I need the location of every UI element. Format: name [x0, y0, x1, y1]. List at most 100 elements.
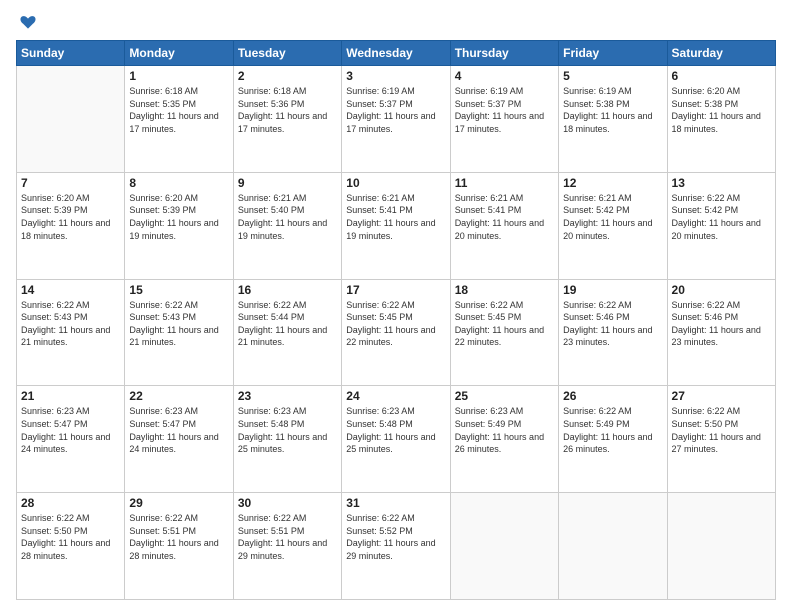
day-number: 27 — [672, 389, 771, 403]
day-info: Sunrise: 6:20 AM Sunset: 5:39 PM Dayligh… — [21, 192, 120, 242]
day-number: 12 — [563, 176, 662, 190]
day-number: 13 — [672, 176, 771, 190]
day-cell — [17, 66, 125, 173]
day-cell: 6 Sunrise: 6:20 AM Sunset: 5:38 PM Dayli… — [667, 66, 775, 173]
day-info: Sunrise: 6:21 AM Sunset: 5:41 PM Dayligh… — [346, 192, 445, 242]
day-number: 19 — [563, 283, 662, 297]
col-header-sunday: Sunday — [17, 41, 125, 66]
day-info: Sunrise: 6:22 AM Sunset: 5:45 PM Dayligh… — [455, 299, 554, 349]
logo-bird-icon — [18, 12, 38, 32]
day-number: 9 — [238, 176, 337, 190]
day-info: Sunrise: 6:20 AM Sunset: 5:39 PM Dayligh… — [129, 192, 228, 242]
day-info: Sunrise: 6:22 AM Sunset: 5:51 PM Dayligh… — [129, 512, 228, 562]
day-info: Sunrise: 6:19 AM Sunset: 5:37 PM Dayligh… — [346, 85, 445, 135]
day-info: Sunrise: 6:18 AM Sunset: 5:35 PM Dayligh… — [129, 85, 228, 135]
day-info: Sunrise: 6:23 AM Sunset: 5:47 PM Dayligh… — [129, 405, 228, 455]
day-info: Sunrise: 6:23 AM Sunset: 5:49 PM Dayligh… — [455, 405, 554, 455]
day-cell: 3 Sunrise: 6:19 AM Sunset: 5:37 PM Dayli… — [342, 66, 450, 173]
day-cell: 13 Sunrise: 6:22 AM Sunset: 5:42 PM Dayl… — [667, 172, 775, 279]
day-info: Sunrise: 6:22 AM Sunset: 5:42 PM Dayligh… — [672, 192, 771, 242]
day-number: 14 — [21, 283, 120, 297]
day-cell: 2 Sunrise: 6:18 AM Sunset: 5:36 PM Dayli… — [233, 66, 341, 173]
day-cell: 20 Sunrise: 6:22 AM Sunset: 5:46 PM Dayl… — [667, 279, 775, 386]
day-info: Sunrise: 6:22 AM Sunset: 5:43 PM Dayligh… — [21, 299, 120, 349]
day-cell: 26 Sunrise: 6:22 AM Sunset: 5:49 PM Dayl… — [559, 386, 667, 493]
day-number: 2 — [238, 69, 337, 83]
day-cell: 8 Sunrise: 6:20 AM Sunset: 5:39 PM Dayli… — [125, 172, 233, 279]
col-header-saturday: Saturday — [667, 41, 775, 66]
week-row-3: 21 Sunrise: 6:23 AM Sunset: 5:47 PM Dayl… — [17, 386, 776, 493]
col-header-friday: Friday — [559, 41, 667, 66]
day-number: 8 — [129, 176, 228, 190]
day-cell: 25 Sunrise: 6:23 AM Sunset: 5:49 PM Dayl… — [450, 386, 558, 493]
day-number: 25 — [455, 389, 554, 403]
day-cell: 31 Sunrise: 6:22 AM Sunset: 5:52 PM Dayl… — [342, 493, 450, 600]
col-header-thursday: Thursday — [450, 41, 558, 66]
day-number: 16 — [238, 283, 337, 297]
day-info: Sunrise: 6:22 AM Sunset: 5:44 PM Dayligh… — [238, 299, 337, 349]
day-cell: 27 Sunrise: 6:22 AM Sunset: 5:50 PM Dayl… — [667, 386, 775, 493]
day-info: Sunrise: 6:22 AM Sunset: 5:46 PM Dayligh… — [563, 299, 662, 349]
day-number: 5 — [563, 69, 662, 83]
day-number: 30 — [238, 496, 337, 510]
day-cell: 24 Sunrise: 6:23 AM Sunset: 5:48 PM Dayl… — [342, 386, 450, 493]
day-number: 31 — [346, 496, 445, 510]
day-number: 20 — [672, 283, 771, 297]
calendar-header-row: SundayMondayTuesdayWednesdayThursdayFrid… — [17, 41, 776, 66]
day-cell: 9 Sunrise: 6:21 AM Sunset: 5:40 PM Dayli… — [233, 172, 341, 279]
day-cell — [559, 493, 667, 600]
day-cell: 15 Sunrise: 6:22 AM Sunset: 5:43 PM Dayl… — [125, 279, 233, 386]
day-number: 29 — [129, 496, 228, 510]
day-number: 17 — [346, 283, 445, 297]
day-cell: 4 Sunrise: 6:19 AM Sunset: 5:37 PM Dayli… — [450, 66, 558, 173]
day-info: Sunrise: 6:21 AM Sunset: 5:41 PM Dayligh… — [455, 192, 554, 242]
day-info: Sunrise: 6:21 AM Sunset: 5:42 PM Dayligh… — [563, 192, 662, 242]
day-cell: 23 Sunrise: 6:23 AM Sunset: 5:48 PM Dayl… — [233, 386, 341, 493]
col-header-monday: Monday — [125, 41, 233, 66]
day-number: 10 — [346, 176, 445, 190]
day-info: Sunrise: 6:23 AM Sunset: 5:47 PM Dayligh… — [21, 405, 120, 455]
week-row-0: 1 Sunrise: 6:18 AM Sunset: 5:35 PM Dayli… — [17, 66, 776, 173]
day-number: 18 — [455, 283, 554, 297]
day-number: 3 — [346, 69, 445, 83]
day-info: Sunrise: 6:22 AM Sunset: 5:50 PM Dayligh… — [21, 512, 120, 562]
day-cell: 17 Sunrise: 6:22 AM Sunset: 5:45 PM Dayl… — [342, 279, 450, 386]
day-number: 11 — [455, 176, 554, 190]
day-info: Sunrise: 6:22 AM Sunset: 5:50 PM Dayligh… — [672, 405, 771, 455]
day-cell: 14 Sunrise: 6:22 AM Sunset: 5:43 PM Dayl… — [17, 279, 125, 386]
day-number: 28 — [21, 496, 120, 510]
day-info: Sunrise: 6:19 AM Sunset: 5:38 PM Dayligh… — [563, 85, 662, 135]
day-cell: 16 Sunrise: 6:22 AM Sunset: 5:44 PM Dayl… — [233, 279, 341, 386]
day-cell: 1 Sunrise: 6:18 AM Sunset: 5:35 PM Dayli… — [125, 66, 233, 173]
day-number: 24 — [346, 389, 445, 403]
day-cell: 28 Sunrise: 6:22 AM Sunset: 5:50 PM Dayl… — [17, 493, 125, 600]
logo — [16, 12, 38, 32]
week-row-4: 28 Sunrise: 6:22 AM Sunset: 5:50 PM Dayl… — [17, 493, 776, 600]
page: SundayMondayTuesdayWednesdayThursdayFrid… — [0, 0, 792, 612]
day-cell: 7 Sunrise: 6:20 AM Sunset: 5:39 PM Dayli… — [17, 172, 125, 279]
day-cell: 11 Sunrise: 6:21 AM Sunset: 5:41 PM Dayl… — [450, 172, 558, 279]
col-header-wednesday: Wednesday — [342, 41, 450, 66]
header — [16, 12, 776, 32]
week-row-2: 14 Sunrise: 6:22 AM Sunset: 5:43 PM Dayl… — [17, 279, 776, 386]
day-info: Sunrise: 6:18 AM Sunset: 5:36 PM Dayligh… — [238, 85, 337, 135]
day-number: 23 — [238, 389, 337, 403]
day-info: Sunrise: 6:22 AM Sunset: 5:49 PM Dayligh… — [563, 405, 662, 455]
day-cell: 18 Sunrise: 6:22 AM Sunset: 5:45 PM Dayl… — [450, 279, 558, 386]
day-number: 6 — [672, 69, 771, 83]
col-header-tuesday: Tuesday — [233, 41, 341, 66]
day-info: Sunrise: 6:22 AM Sunset: 5:45 PM Dayligh… — [346, 299, 445, 349]
day-cell: 30 Sunrise: 6:22 AM Sunset: 5:51 PM Dayl… — [233, 493, 341, 600]
day-number: 7 — [21, 176, 120, 190]
day-cell — [667, 493, 775, 600]
day-cell: 22 Sunrise: 6:23 AM Sunset: 5:47 PM Dayl… — [125, 386, 233, 493]
day-info: Sunrise: 6:19 AM Sunset: 5:37 PM Dayligh… — [455, 85, 554, 135]
day-number: 21 — [21, 389, 120, 403]
day-info: Sunrise: 6:23 AM Sunset: 5:48 PM Dayligh… — [238, 405, 337, 455]
day-cell: 10 Sunrise: 6:21 AM Sunset: 5:41 PM Dayl… — [342, 172, 450, 279]
day-cell: 29 Sunrise: 6:22 AM Sunset: 5:51 PM Dayl… — [125, 493, 233, 600]
day-info: Sunrise: 6:23 AM Sunset: 5:48 PM Dayligh… — [346, 405, 445, 455]
day-number: 15 — [129, 283, 228, 297]
day-number: 26 — [563, 389, 662, 403]
day-info: Sunrise: 6:22 AM Sunset: 5:51 PM Dayligh… — [238, 512, 337, 562]
